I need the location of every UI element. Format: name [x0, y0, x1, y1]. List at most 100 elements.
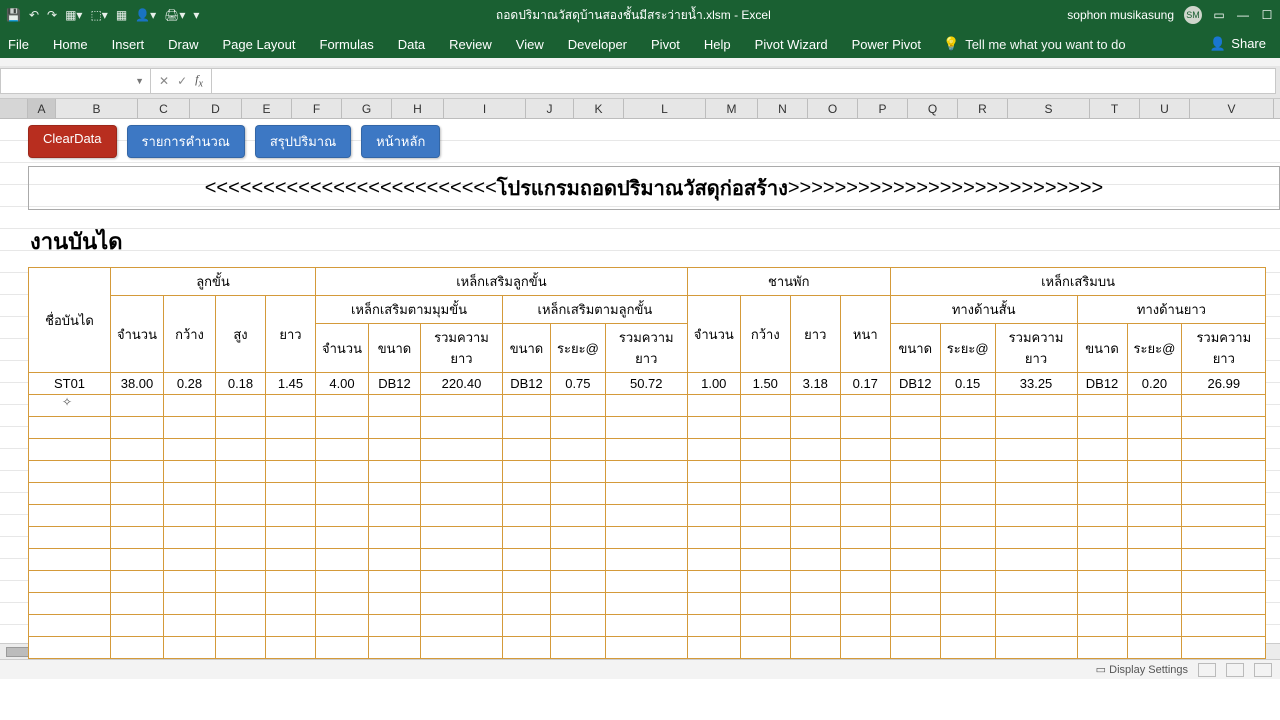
col-header[interactable]: C [138, 99, 190, 118]
tab-review[interactable]: Review [439, 33, 502, 56]
empty-row[interactable] [29, 593, 1266, 615]
cell[interactable]: DB12 [1077, 373, 1127, 395]
cell[interactable]: 0.20 [1127, 373, 1182, 395]
cell[interactable]: 38.00 [111, 373, 164, 395]
cell[interactable]: 33.25 [995, 373, 1077, 395]
calc-list-button[interactable]: รายการคำนวณ [127, 125, 245, 158]
summary-button[interactable]: สรุปปริมาณ [255, 125, 351, 158]
col-header[interactable]: R [958, 99, 1008, 118]
tab-data[interactable]: Data [388, 33, 435, 56]
col-header[interactable]: V [1190, 99, 1274, 118]
cell[interactable]: 4.00 [316, 373, 369, 395]
col-header[interactable]: A [28, 99, 56, 118]
col-header[interactable]: M [706, 99, 758, 118]
data-row[interactable]: ST01 38.00 0.28 0.18 1.45 4.00 DB12 220.… [29, 373, 1266, 395]
maximize-icon[interactable]: ☐ [1260, 8, 1274, 22]
cell[interactable]: 0.28 [164, 373, 216, 395]
name-box[interactable]: ▼ [1, 69, 151, 93]
cell[interactable]: 1.50 [740, 373, 790, 395]
cell[interactable]: 220.40 [421, 373, 503, 395]
select-all-corner[interactable] [0, 99, 28, 118]
clear-data-button[interactable]: ClearData [28, 125, 117, 158]
main-page-button[interactable]: หน้าหลัก [361, 125, 440, 158]
empty-row[interactable] [29, 461, 1266, 483]
cell[interactable]: 0.15 [940, 373, 995, 395]
cell[interactable]: DB12 [890, 373, 940, 395]
col-header[interactable]: B [56, 99, 138, 118]
col-header[interactable]: H [392, 99, 444, 118]
tab-power-pivot[interactable]: Power Pivot [842, 33, 931, 56]
cell-name[interactable]: ST01 [29, 373, 111, 395]
empty-row[interactable] [29, 615, 1266, 637]
qat-icon[interactable]: ⬚▾ [90, 8, 107, 22]
col-header[interactable]: O [808, 99, 858, 118]
col-header[interactable]: N [758, 99, 808, 118]
formula-input[interactable] [212, 69, 1275, 93]
tab-help[interactable]: Help [694, 33, 741, 56]
empty-row[interactable] [29, 505, 1266, 527]
col-header[interactable]: L [624, 99, 706, 118]
col-header[interactable]: G [342, 99, 392, 118]
cell[interactable]: 50.72 [605, 373, 687, 395]
empty-row[interactable] [29, 571, 1266, 593]
empty-row[interactable] [29, 417, 1266, 439]
col-header[interactable]: T [1090, 99, 1140, 118]
user-name[interactable]: sophon musikasung [1067, 8, 1174, 22]
normal-view-icon[interactable] [1198, 663, 1216, 677]
save-icon[interactable]: 💾 [6, 8, 21, 22]
qat-icon[interactable]: ▦ [116, 8, 127, 22]
col-header[interactable]: I [444, 99, 526, 118]
page-layout-view-icon[interactable] [1226, 663, 1244, 677]
qat-dropdown-icon[interactable]: ▾ [193, 8, 199, 22]
col-header[interactable]: P [858, 99, 908, 118]
cell[interactable]: 0.18 [216, 373, 266, 395]
col-header[interactable]: K [574, 99, 624, 118]
enter-icon[interactable]: ✓ [177, 74, 187, 88]
col-header[interactable]: E [242, 99, 292, 118]
page-break-view-icon[interactable] [1254, 663, 1272, 677]
tell-me[interactable]: 💡 Tell me what you want to do [943, 36, 1126, 52]
col-header[interactable]: U [1140, 99, 1190, 118]
qat-icon[interactable]: 👤▾ [135, 8, 156, 22]
cell[interactable]: 0.17 [840, 373, 890, 395]
empty-row[interactable] [29, 637, 1266, 659]
tab-file[interactable]: File [6, 33, 39, 56]
ribbon-display-icon[interactable]: ▭ [1212, 8, 1226, 22]
tab-draw[interactable]: Draw [158, 33, 208, 56]
empty-row[interactable] [29, 549, 1266, 571]
empty-row[interactable] [29, 395, 1266, 417]
col-header[interactable]: J [526, 99, 574, 118]
name-box-dropdown-icon[interactable]: ▼ [135, 76, 144, 86]
tab-pivot[interactable]: Pivot [641, 33, 690, 56]
col-header[interactable]: F [292, 99, 342, 118]
cell[interactable]: 0.75 [551, 373, 606, 395]
qat-icon[interactable]: ▦▾ [65, 8, 82, 22]
worksheet[interactable]: ClearData รายการคำนวณ สรุปปริมาณ หน้าหลั… [0, 119, 1280, 679]
tab-pivot-wizard[interactable]: Pivot Wizard [745, 33, 838, 56]
share-button[interactable]: 👤 Share [1201, 32, 1274, 56]
tab-home[interactable]: Home [43, 33, 98, 56]
display-settings-button[interactable]: ▭ Display Settings [1096, 663, 1188, 676]
stair-table[interactable]: ชื่อบันได ลูกขั้น เหล็กเสริมลูกขั้น ชานพ… [28, 267, 1266, 659]
redo-icon[interactable]: ↷ [47, 8, 57, 22]
empty-row[interactable] [29, 439, 1266, 461]
fx-icon[interactable]: fx [195, 72, 203, 89]
tab-view[interactable]: View [506, 33, 554, 56]
empty-row[interactable] [29, 527, 1266, 549]
cell[interactable]: 26.99 [1182, 373, 1266, 395]
tab-page-layout[interactable]: Page Layout [213, 33, 306, 56]
cell[interactable]: DB12 [369, 373, 421, 395]
col-header[interactable]: Q [908, 99, 958, 118]
user-avatar[interactable]: SM [1184, 6, 1202, 24]
cell[interactable]: 1.00 [687, 373, 740, 395]
cell[interactable]: DB12 [503, 373, 551, 395]
cancel-icon[interactable]: ✕ [159, 74, 169, 88]
undo-icon[interactable]: ↶ [29, 8, 39, 22]
qat-icon[interactable]: 🖨▾ [164, 8, 185, 22]
empty-row[interactable] [29, 483, 1266, 505]
cell[interactable]: 1.45 [266, 373, 316, 395]
cell[interactable]: 3.18 [790, 373, 840, 395]
tab-developer[interactable]: Developer [558, 33, 637, 56]
col-header[interactable]: S [1008, 99, 1090, 118]
tab-insert[interactable]: Insert [102, 33, 155, 56]
